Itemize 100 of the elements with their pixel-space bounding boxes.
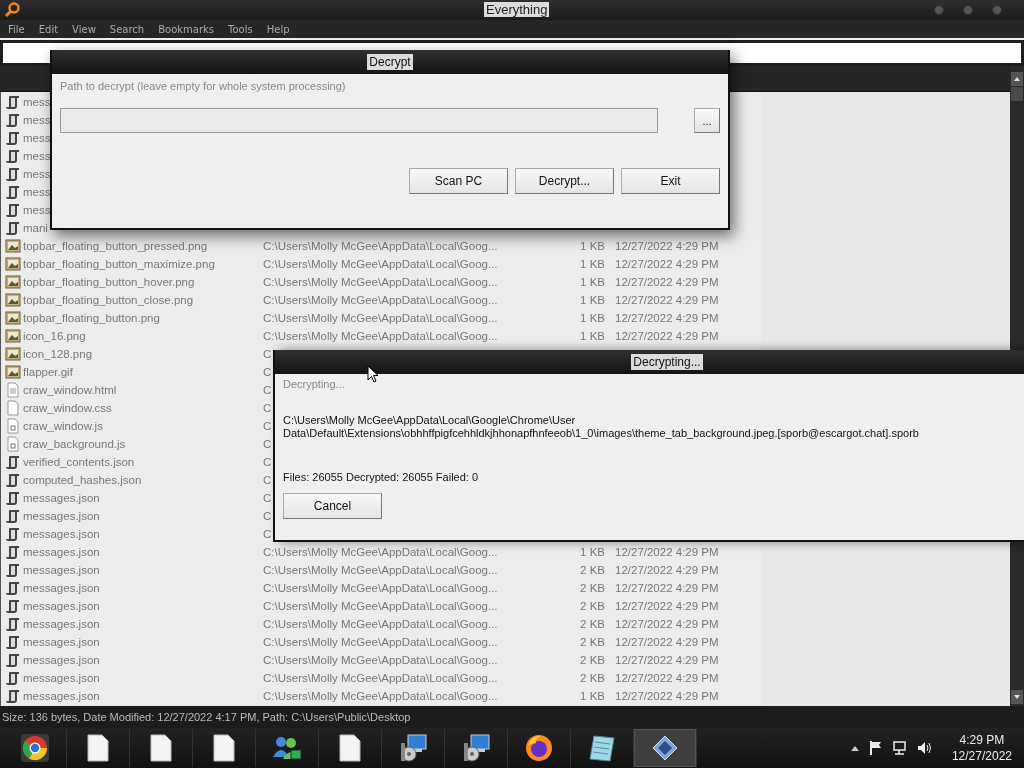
file-name-cell-text: messages.json [23, 528, 101, 540]
file-path-cell: C [263, 348, 272, 360]
file-name-cell-text: topbar_floating_button_maximize.png [23, 258, 216, 270]
file-name-cell-text: messages.json [23, 564, 101, 576]
date-cell: 12/27/2022 4:29 PM [615, 312, 719, 324]
file-path-cell: C [263, 384, 272, 396]
file-name-cell-text: mess [23, 204, 52, 216]
file-name-cell-text: mani [23, 222, 49, 234]
file-name-cell-text: messages.json [23, 492, 101, 504]
status-text: Size: 136 bytes, Date Modified: 12/27/2022 4:17 PM, Path: C:\Users\Public\Desktop [2, 711, 411, 723]
file-size-cell-text: 1 KB [579, 690, 605, 702]
file-name-cell-text: topbar_floating_button_close.png [23, 294, 195, 306]
file-path-cell: C [263, 402, 272, 414]
file-counts-text: Files: 26055 Decrypted: 26055 Failed: 0 [283, 471, 480, 483]
date-cell: 12/27/2022 4:29 PM [615, 690, 719, 702]
dialog-title: Decrypt [367, 54, 413, 70]
file-size-cell-text: 1 KB [579, 240, 605, 252]
clock-time: 4:29 PM [959, 732, 1005, 748]
progress-status-text: Decrypting... [283, 378, 346, 390]
file-name-cell-text: flapper.gif [23, 366, 74, 378]
date-cell: 12/27/2022 4:29 PM [615, 546, 719, 558]
file-name-cell-text: topbar_floating_button_pressed.png [23, 240, 209, 252]
file-name-cell-text: computed_hashes.json [23, 474, 143, 486]
date-cell: 12/27/2022 4:29 PM [615, 618, 719, 630]
dialog-title: Decrypting... [631, 354, 703, 370]
file-path-cell: C [263, 474, 272, 486]
file-name-cell-text: messages.json [23, 636, 101, 648]
file-path-cell: C:\Users\Molly McGee\AppData\Local\Goog... [263, 582, 498, 594]
date-cell: 12/27/2022 4:29 PM [615, 600, 719, 612]
file-name-cell-text: messages.json [23, 510, 101, 522]
file-path-cell: C [263, 366, 272, 378]
file-path-cell: C [263, 456, 272, 468]
file-size-cell-text: 2 KB [579, 600, 605, 612]
date-cell: 12/27/2022 4:29 PM [615, 636, 719, 648]
date-cell: 12/27/2022 4:29 PM [615, 330, 719, 342]
file-name-cell-text: craw_background.js [23, 438, 127, 450]
file-name-cell-text: messages.json [23, 582, 101, 594]
file-path-cell: C:\Users\Molly McGee\AppData\Local\Goog... [263, 546, 498, 558]
file-name-cell-text: craw_window.js [23, 420, 104, 432]
file-size-cell-text: 1 KB [579, 276, 605, 288]
file-path-cell: C [263, 528, 272, 540]
file-name-cell-text: messages.json [23, 618, 101, 630]
file-path-cell: C:\Users\Molly McGee\AppData\Local\Goog... [263, 600, 498, 612]
file-size-cell-text: 1 KB [579, 312, 605, 324]
file-size-cell-text: 2 KB [579, 672, 605, 684]
current-file-path: C:\Users\Molly McGee\AppData\Local\Google\Chrome\User Data\Default\Extensions\obhhffpigfcehhldkjhhonapfhnfeeob\1_0\images\theme_tab_background.jpeg.[sporb@escargot.chat].sporb [283, 414, 920, 440]
file-path-cell: C:\Users\Molly McGee\AppData\Local\Goog... [263, 618, 498, 630]
file-path-cell: C [263, 492, 272, 504]
date-cell: 12/27/2022 4:29 PM [615, 564, 719, 576]
file-name-cell-text: topbar_floating_button_hover.png [23, 276, 196, 288]
date-cell: 12/27/2022 4:29 PM [615, 258, 719, 270]
file-path-cell: C:\Users\Molly McGee\AppData\Local\Goog... [263, 294, 498, 306]
file-name-cell-text: messages.json [23, 690, 101, 702]
file-name-cell-text: mess [23, 96, 52, 108]
file-name-cell-text: mess [23, 150, 52, 162]
file-path-cell: C:\Users\Molly McGee\AppData\Local\Goog... [263, 564, 498, 576]
date-cell: 12/27/2022 4:29 PM [615, 672, 719, 684]
file-size-cell-text: 2 KB [579, 564, 605, 576]
file-path-cell: C:\Users\Molly McGee\AppData\Local\Goog... [263, 240, 498, 252]
date-cell: 12/27/2022 4:29 PM [615, 582, 719, 594]
file-size-cell-text: 2 KB [579, 582, 605, 594]
file-name-cell-text: verified_contents.json [23, 456, 136, 468]
file-size-cell-text: 1 KB [579, 546, 605, 558]
date-cell: 12/27/2022 4:29 PM [615, 294, 719, 306]
file-size-cell-text: 1 KB [579, 294, 605, 306]
file-name-cell-text: icon_16.png [23, 330, 87, 342]
file-name-cell-text: craw_window.css [23, 402, 113, 414]
file-size-cell-text: 1 KB [579, 330, 605, 342]
file-path-cell: C:\Users\Molly McGee\AppData\Local\Goog... [263, 672, 498, 684]
window-title: Everything [484, 2, 550, 17]
file-name-cell-text: mess [23, 114, 52, 126]
date-cell: 12/27/2022 4:29 PM [615, 654, 719, 666]
clock-date: 12/27/2022 [951, 748, 1012, 764]
date-cell: 12/27/2022 4:29 PM [615, 240, 719, 252]
file-name-cell-text: topbar_floating_button.png [23, 312, 161, 324]
file-name-cell-text: messages.json [23, 600, 101, 612]
date-cell: 12/27/2022 4:29 PM [615, 276, 719, 288]
file-name-cell-text: mess [23, 132, 52, 144]
file-size-cell-text: 2 KB [579, 618, 605, 630]
file-name-cell-text: icon_128.png [23, 348, 94, 360]
file-name-cell-text: messages.json [23, 672, 101, 684]
file-name-cell-text: craw_window.html [23, 384, 118, 396]
file-path-cell: C:\Users\Molly McGee\AppData\Local\Goog... [263, 636, 498, 648]
file-size-cell-text: 2 KB [579, 636, 605, 648]
file-path-cell: C [263, 438, 272, 450]
file-name-cell-text: mess [23, 186, 52, 198]
file-path-cell: C:\Users\Molly McGee\AppData\Local\Goog... [263, 312, 498, 324]
file-size-cell-text: 1 KB [579, 258, 605, 270]
file-path-cell: C [263, 420, 272, 432]
file-path-cell: C:\Users\Molly McGee\AppData\Local\Goog... [263, 690, 498, 702]
file-name-cell-text: messages.json [23, 546, 101, 558]
file-size-cell-text: 2 KB [579, 654, 605, 666]
file-name-cell-text: messages.json [23, 654, 101, 666]
file-path-cell: C:\Users\Molly McGee\AppData\Local\Goog... [263, 330, 498, 342]
file-name-cell-text: mess [23, 168, 52, 180]
file-path-cell: C:\Users\Molly McGee\AppData\Local\Goog... [263, 258, 498, 270]
file-path-cell: C [263, 510, 272, 522]
path-label: Path to decrypt (leave empty for whole system processing) [60, 80, 347, 92]
file-path-cell: C:\Users\Molly McGee\AppData\Local\Goog... [263, 654, 498, 666]
file-path-cell: C:\Users\Molly McGee\AppData\Local\Goog... [263, 276, 498, 288]
